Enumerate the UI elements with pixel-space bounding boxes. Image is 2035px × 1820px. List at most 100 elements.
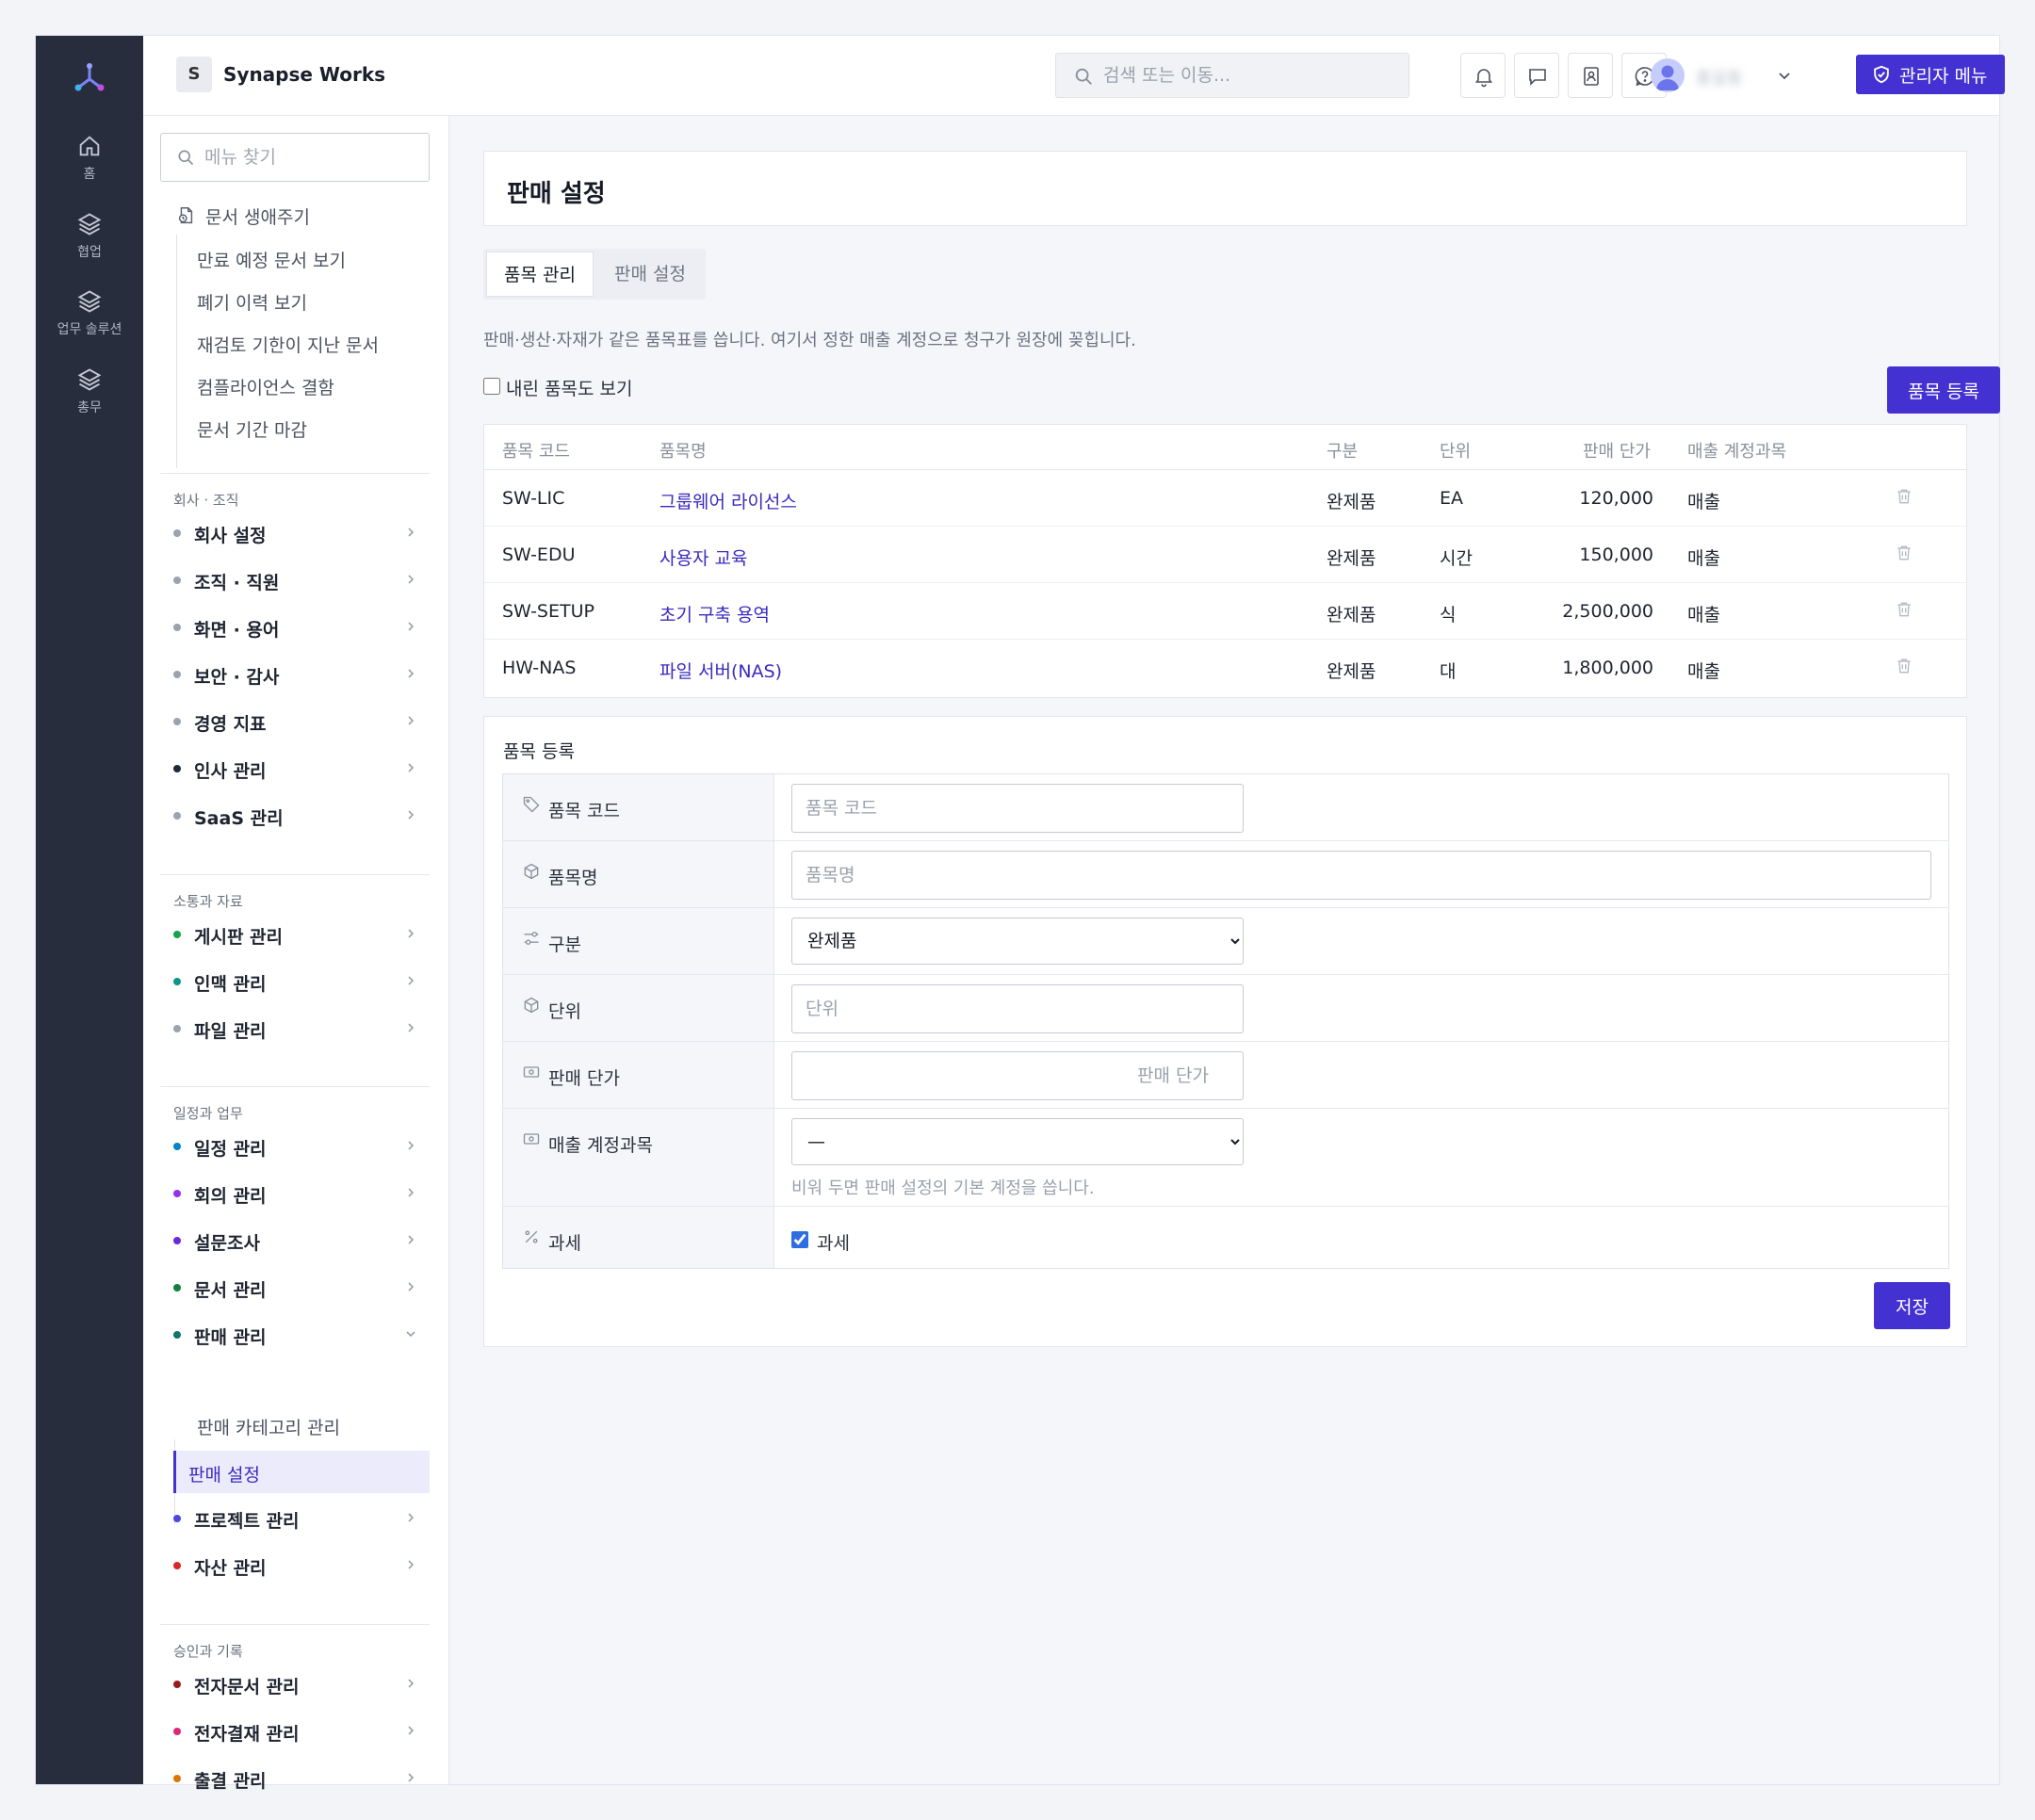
sidebar-item-overdue-review[interactable]: 재검토 기한이 지난 문서 xyxy=(197,332,379,357)
table-row[interactable]: SW-SETUP 초기 구축 용역 완제품 식 2,500,000 매출 xyxy=(484,583,1966,640)
item-name-input[interactable] xyxy=(791,851,1931,900)
admin-menu-button[interactable]: 관리자 메뉴 xyxy=(1856,55,2005,94)
item-name-link[interactable]: 초기 구축 용역 xyxy=(659,601,770,626)
trash-icon[interactable] xyxy=(1895,657,1913,675)
chevron-right-icon xyxy=(408,669,415,678)
user-menu[interactable]: 홍길동 xyxy=(1651,55,1792,96)
field-label: 매출 계정과목 xyxy=(548,1135,653,1156)
sidebar-item-projects[interactable]: 프로젝트 관리 xyxy=(160,1501,430,1535)
form-row-unit: 단위 xyxy=(503,975,1948,1042)
rail-item-home[interactable]: 홈 xyxy=(36,133,143,183)
form-row-tax: 과세 과세 xyxy=(503,1207,1948,1268)
form-row-price: 판매 단가 xyxy=(503,1042,1948,1109)
sidebar-item-e-approval[interactable]: 전자결재 관리 xyxy=(160,1714,430,1747)
sidebar-item-documents[interactable]: 문서 관리 xyxy=(160,1270,430,1304)
rail-item-collab[interactable]: 협업 xyxy=(36,211,143,261)
form-table: 품목 코드 품목명 xyxy=(502,773,1949,1269)
sidebar-divider xyxy=(160,473,430,474)
tab-sales-settings[interactable]: 판매 설정 xyxy=(596,252,704,297)
sidebar-item-files[interactable]: 파일 관리 xyxy=(160,1011,430,1045)
sidebar-item-assets[interactable]: 자산 관리 xyxy=(160,1548,430,1582)
sidebar-item-screen-terms[interactable]: 화면 · 용어 xyxy=(160,609,430,643)
rail-item-general-affairs[interactable]: 총무 xyxy=(36,366,143,416)
sidebar-item-sales[interactable]: 판매 관리 xyxy=(160,1317,430,1351)
sidebar-item-expiring-docs[interactable]: 만료 예정 문서 보기 xyxy=(197,247,346,272)
trash-icon[interactable] xyxy=(1895,600,1913,619)
global-search-input[interactable] xyxy=(1103,54,1395,97)
sidebar-item-e-documents[interactable]: 전자문서 관리 xyxy=(160,1666,430,1700)
sidebar-item-security-audit[interactable]: 보안 · 감사 xyxy=(160,657,430,691)
column-header: 매출 계정과목 xyxy=(1687,442,1787,462)
dot-icon xyxy=(173,931,181,938)
field-label: 판매 단가 xyxy=(548,1068,620,1089)
chevron-right-icon xyxy=(408,1560,415,1569)
save-button[interactable]: 저장 xyxy=(1874,1282,1950,1329)
table-row[interactable]: SW-LIC 그룹웨어 라이선스 완제품 EA 120,000 매출 xyxy=(484,470,1966,527)
dot-icon xyxy=(173,765,181,772)
chevron-right-icon xyxy=(408,1679,415,1688)
dot-icon xyxy=(173,1515,181,1522)
sidebar-item-hr[interactable]: 인사 관리 xyxy=(160,751,430,785)
dot-icon xyxy=(173,1237,181,1244)
avatar xyxy=(1651,58,1685,92)
top-bar: S Synapse Works 검색 또는 이동... 홍길동 관리자 메뉴 xyxy=(143,36,2005,116)
sidebar-item-disposal-history[interactable]: 폐기 이력 보기 xyxy=(197,289,307,315)
sidebar-item-compliance-defects[interactable]: 컴플라이언스 결함 xyxy=(197,374,334,399)
org-badge[interactable]: S xyxy=(176,57,212,92)
table-row[interactable]: HW-NAS 파일 서버(NAS) 완제품 대 1,800,000 매출 xyxy=(484,640,1966,696)
sidebar-item-board[interactable]: 게시판 관리 xyxy=(160,917,430,951)
show-inactive-checkbox[interactable] xyxy=(483,378,500,395)
sidebar-item-org-staff[interactable]: 조직 · 직원 xyxy=(160,562,430,596)
sidebar-item-company-settings[interactable]: 회사 설정 xyxy=(160,515,430,549)
app-logo-icon[interactable] xyxy=(71,58,108,96)
item-price: 1,800,000 xyxy=(1562,658,1653,678)
item-name-link[interactable]: 그룹웨어 라이선스 xyxy=(659,488,797,513)
revenue-account-select[interactable]: — xyxy=(791,1118,1244,1165)
admin-menu-label: 관리자 메뉴 xyxy=(1899,65,1988,87)
rail-item-label: 총무 xyxy=(77,400,102,415)
form-row-account: 매출 계정과목 — 비워 두면 판매 설정의 기본 계정을 씁니다. xyxy=(503,1109,1948,1207)
sidebar-item-sales-category[interactable]: 판매 카테고리 관리 xyxy=(197,1414,340,1439)
messages-button[interactable] xyxy=(1514,53,1559,98)
item-name-link[interactable]: 파일 서버(NAS) xyxy=(659,658,782,683)
sidebar-item-sales-settings[interactable]: 판매 설정 xyxy=(173,1451,430,1493)
sidebar-item-saas[interactable]: SaaS 관리 xyxy=(160,798,430,832)
register-item-button[interactable]: 품목 등록 xyxy=(1887,366,2000,414)
item-unit-input[interactable] xyxy=(791,984,1244,1033)
global-search[interactable] xyxy=(1055,53,1409,98)
chevron-right-icon xyxy=(408,622,415,631)
sidebar-item-network[interactable]: 인맥 관리 xyxy=(160,964,430,998)
column-header: 구분 xyxy=(1327,442,1359,462)
trash-icon[interactable] xyxy=(1895,487,1913,506)
menu-search[interactable] xyxy=(160,133,430,182)
sidebar-item-schedule[interactable]: 일정 관리 xyxy=(160,1129,430,1162)
sidebar-item-management-kpi[interactable]: 경영 지표 xyxy=(160,704,430,738)
item-price-input[interactable] xyxy=(791,1051,1244,1100)
form-row-type: 구분 완제품 xyxy=(503,908,1948,975)
box-icon xyxy=(524,997,539,1014)
trash-icon[interactable] xyxy=(1895,544,1913,562)
item-unit: 시간 xyxy=(1440,548,1473,569)
item-name-link[interactable]: 사용자 교육 xyxy=(659,544,747,570)
item-price: 120,000 xyxy=(1579,488,1653,509)
menu-search-input[interactable] xyxy=(204,134,421,181)
rail-item-solutions[interactable]: 업무 솔루션 xyxy=(36,288,143,338)
section-title-communication: 소통과 자료 xyxy=(173,893,243,910)
sidebar-item-survey[interactable]: 설문조사 xyxy=(160,1223,430,1257)
contacts-button[interactable] xyxy=(1568,53,1613,98)
sidebar-item-meetings[interactable]: 회의 관리 xyxy=(160,1176,430,1210)
tab-item-management[interactable]: 품목 관리 xyxy=(486,252,594,297)
taxable-checkbox[interactable] xyxy=(791,1231,808,1248)
chevron-right-icon xyxy=(408,1773,415,1782)
item-code-input[interactable] xyxy=(791,784,1244,833)
sidebar-item-attendance[interactable]: 출결 관리 xyxy=(160,1761,430,1795)
item-type-select[interactable]: 완제품 xyxy=(791,918,1244,965)
notifications-button[interactable] xyxy=(1460,53,1506,98)
table-row[interactable]: SW-EDU 사용자 교육 완제품 시간 150,000 매출 xyxy=(484,527,1966,583)
item-account: 매출 xyxy=(1687,661,1720,682)
sidebar-item-doc-period-close[interactable]: 문서 기간 마감 xyxy=(197,416,307,442)
chevron-right-icon xyxy=(408,976,415,985)
bell-icon xyxy=(1474,69,1493,88)
org-name[interactable]: Synapse Works xyxy=(223,63,385,86)
dot-icon xyxy=(173,812,181,820)
